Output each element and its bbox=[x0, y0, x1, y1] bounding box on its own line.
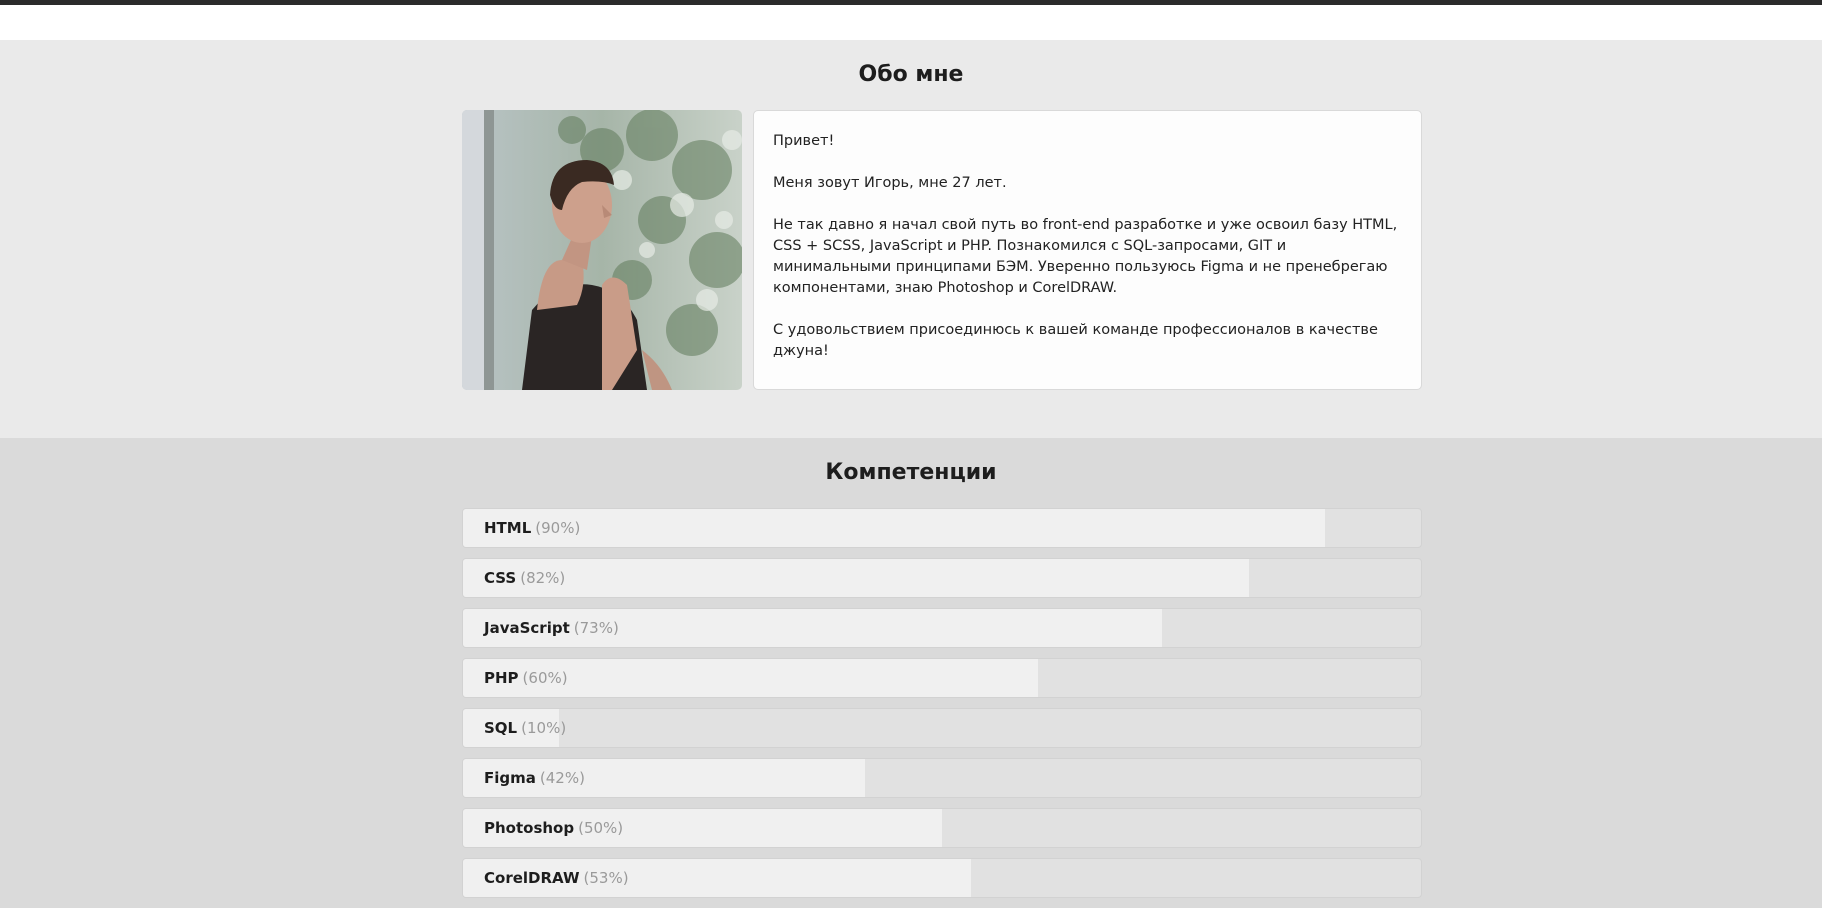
skill-bar-photoshop: Photoshop (50%) bbox=[462, 808, 1422, 848]
skill-label: Photoshop (50%) bbox=[484, 809, 623, 847]
bio-paragraph-greeting: Привет! bbox=[773, 133, 835, 149]
skill-name: Figma bbox=[484, 769, 536, 787]
skill-name: CSS bbox=[484, 569, 517, 587]
profile-photo bbox=[462, 110, 742, 390]
skill-label: PHP (60%) bbox=[484, 659, 568, 697]
skill-label: JavaScript (73%) bbox=[484, 609, 619, 647]
skill-label: HTML (90%) bbox=[484, 509, 580, 547]
about-title: Обо мне bbox=[858, 62, 964, 87]
skill-name: SQL bbox=[484, 719, 518, 737]
skill-percent: (42%) bbox=[539, 769, 585, 787]
skill-name: JavaScript bbox=[484, 619, 570, 637]
skill-percent: (50%) bbox=[578, 819, 624, 837]
header-strip bbox=[0, 5, 1822, 40]
skill-label: CSS (82%) bbox=[484, 559, 565, 597]
skill-label: CorelDRAW (53%) bbox=[484, 859, 629, 897]
skill-label: SQL (10%) bbox=[484, 709, 566, 747]
skill-percent: (10%) bbox=[521, 719, 567, 737]
skill-bar-javascript: JavaScript (73%) bbox=[462, 608, 1422, 648]
skills-section: Компетенции HTML (90%) CSS (82%) JavaScrip… bbox=[0, 438, 1822, 898]
skill-list: HTML (90%) CSS (82%) JavaScript (73%) PHP (6… bbox=[462, 508, 1422, 908]
skill-bar-css: CSS (82%) bbox=[462, 558, 1422, 598]
skill-bar-html: HTML (90%) bbox=[462, 508, 1422, 548]
skill-name: Photoshop bbox=[484, 819, 575, 837]
bio-paragraph-intro: Меня зовут Игорь, мне 27 лет. bbox=[773, 175, 1007, 191]
skill-percent: (73%) bbox=[573, 619, 619, 637]
skill-fill bbox=[463, 559, 1249, 597]
profile-photo-image bbox=[462, 110, 742, 390]
skill-percent: (53%) bbox=[583, 869, 629, 887]
skill-name: PHP bbox=[484, 669, 519, 687]
skill-percent: (60%) bbox=[522, 669, 568, 687]
skill-fill bbox=[463, 509, 1326, 547]
skill-percent: (90%) bbox=[535, 519, 581, 537]
bio-paragraph-experience: Не так давно я начал свой путь во front-… bbox=[773, 217, 1398, 296]
skill-bar-sql: SQL (10%) bbox=[462, 708, 1422, 748]
skills-title: Компетенции bbox=[825, 460, 997, 485]
skill-name: CorelDRAW bbox=[484, 869, 580, 887]
skill-label: Figma (42%) bbox=[484, 759, 585, 797]
bio-card: Привет! Меня зовут Игорь, мне 27 лет. Не… bbox=[753, 110, 1422, 390]
skill-bar-coreldraw: CorelDRAW (53%) bbox=[462, 858, 1422, 898]
skill-name: HTML bbox=[484, 519, 532, 537]
bio-paragraph-closing: С удовольствием присоединюсь к вашей ком… bbox=[773, 322, 1378, 359]
about-section: Обо мне Привет! Меня зовут Игорь, мне 27… bbox=[0, 40, 1822, 438]
skill-bar-php: PHP (60%) bbox=[462, 658, 1422, 698]
skill-percent: (82%) bbox=[520, 569, 566, 587]
skill-bar-figma: Figma (42%) bbox=[462, 758, 1422, 798]
